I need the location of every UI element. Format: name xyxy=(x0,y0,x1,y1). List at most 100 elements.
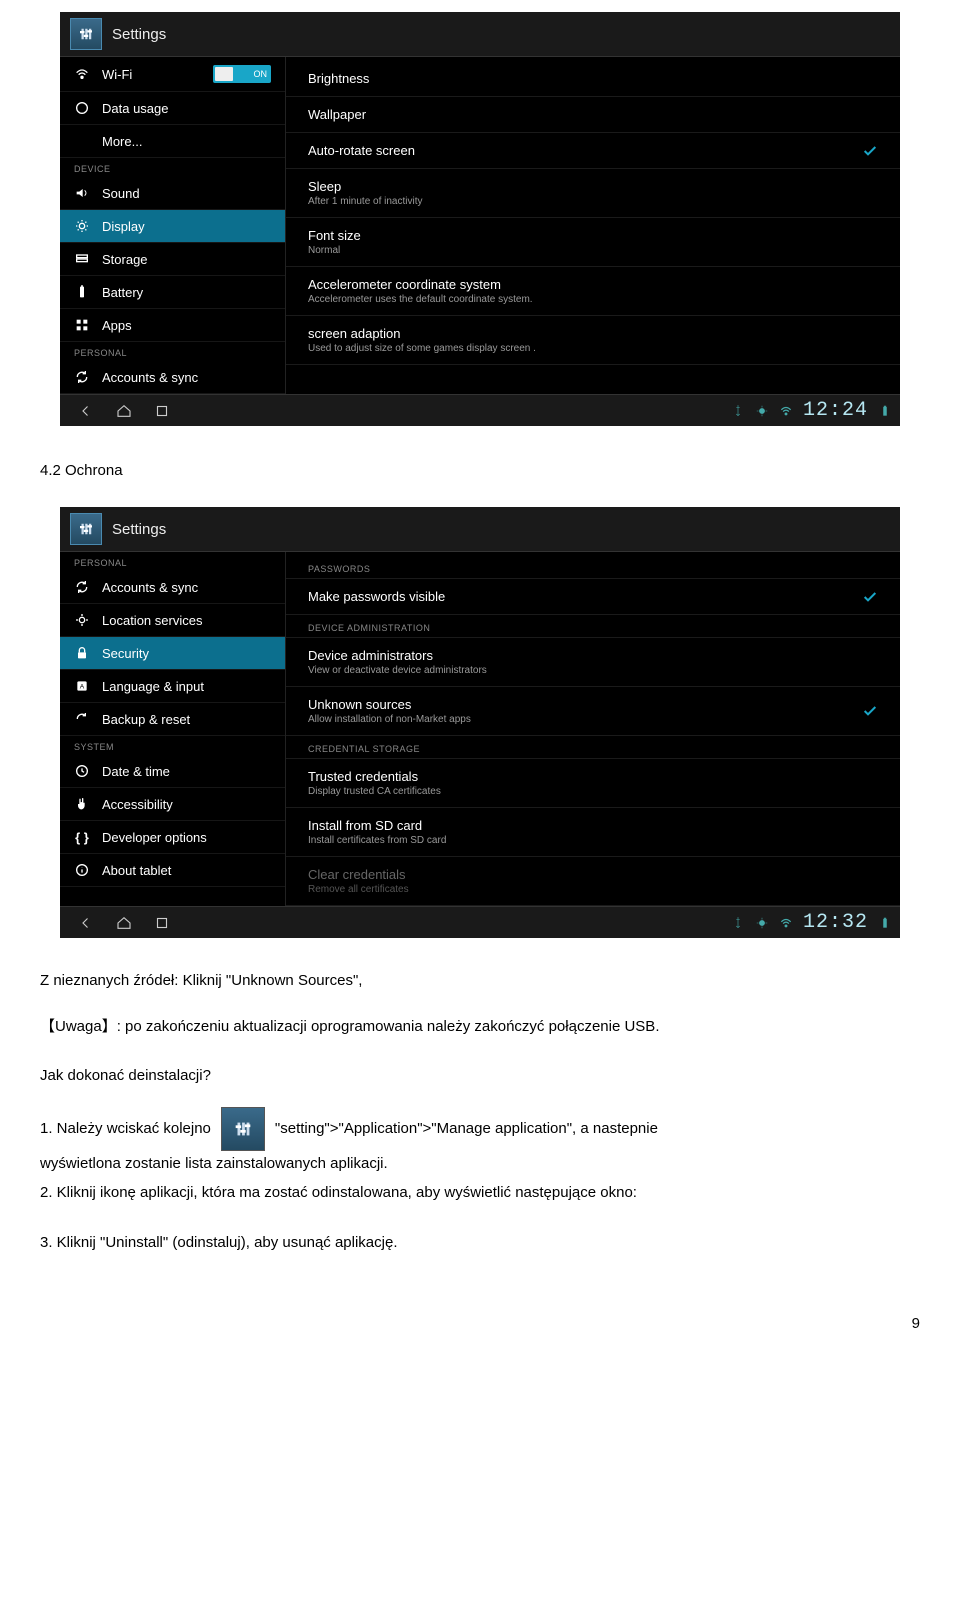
data-usage-icon xyxy=(74,100,90,116)
usb-icon xyxy=(731,916,745,930)
setting-install-from-sd[interactable]: Install from SD card Install certificate… xyxy=(286,808,900,857)
label: Battery xyxy=(102,285,143,300)
title-bar: Settings xyxy=(60,507,900,552)
back-button[interactable] xyxy=(68,912,104,934)
lock-icon xyxy=(74,645,90,661)
section-header-device: DEVICE xyxy=(60,158,285,177)
label: Accounts & sync xyxy=(102,370,198,385)
back-button[interactable] xyxy=(68,400,104,422)
recent-button[interactable] xyxy=(144,400,180,422)
label: Data usage xyxy=(102,101,169,116)
doc-paragraph: 【Uwaga】: po zakończeniu aktualizacji opr… xyxy=(40,1014,920,1040)
setting-trusted-credentials[interactable]: Trusted credentials Display trusted CA c… xyxy=(286,759,900,808)
doc-paragraph: wyświetlona zostanie lista zainstalowany… xyxy=(40,1151,920,1177)
label: Location services xyxy=(102,613,202,628)
setting-sleep[interactable]: Sleep After 1 minute of inactivity xyxy=(286,169,900,218)
setting-accelerometer[interactable]: Accelerometer coordinate system Accelero… xyxy=(286,267,900,316)
sidebar-item-wifi[interactable]: Wi-Fi ON xyxy=(60,57,285,92)
screenshot-display-settings: Settings Wi-Fi ON Data usage More... DEV… xyxy=(60,12,900,426)
label: About tablet xyxy=(102,863,171,878)
battery-tray-icon xyxy=(878,916,892,930)
sidebar-item-about[interactable]: About tablet xyxy=(60,854,285,887)
storage-icon xyxy=(74,251,90,267)
recent-button[interactable] xyxy=(144,912,180,934)
sidebar-item-accessibility[interactable]: Accessibility xyxy=(60,788,285,821)
page-title: Settings xyxy=(112,26,166,43)
system-navbar: 12:32 xyxy=(60,906,900,938)
label: Accounts & sync xyxy=(102,580,198,595)
svg-text:A: A xyxy=(80,684,85,691)
setting-clear-credentials: Clear credentials Remove all certificate… xyxy=(286,857,900,906)
page-title: Settings xyxy=(112,521,166,538)
language-icon: A xyxy=(74,678,90,694)
sync-icon xyxy=(74,369,90,385)
setting-wallpaper[interactable]: Wallpaper xyxy=(286,97,900,133)
setting-auto-rotate[interactable]: Auto-rotate screen xyxy=(286,133,900,169)
section-credential-storage: CREDENTIAL STORAGE xyxy=(286,736,900,759)
doc-paragraph: Z nieznanych źródeł: Kliknij "Unknown So… xyxy=(40,968,920,994)
battery-icon xyxy=(74,284,90,300)
sidebar-item-more[interactable]: More... xyxy=(60,125,285,158)
system-tray: 12:32 xyxy=(731,911,892,934)
checkbox-checked-icon[interactable] xyxy=(862,143,878,159)
settings-inline-icon xyxy=(221,1107,265,1151)
setting-make-passwords-visible[interactable]: Make passwords visible xyxy=(286,579,900,615)
wifi-toggle[interactable]: ON xyxy=(213,65,271,83)
label: Date & time xyxy=(102,764,170,779)
sidebar-item-sound[interactable]: Sound xyxy=(60,177,285,210)
blank-icon xyxy=(74,133,90,149)
home-button[interactable] xyxy=(106,400,142,422)
label: Sound xyxy=(102,186,140,201)
sidebar-item-developer[interactable]: { } Developer options xyxy=(60,821,285,854)
setting-font-size[interactable]: Font size Normal xyxy=(286,218,900,267)
checkbox-checked-icon[interactable] xyxy=(862,589,878,605)
label: Security xyxy=(102,646,149,661)
home-button[interactable] xyxy=(106,912,142,934)
page-number: 9 xyxy=(40,1315,920,1332)
wifi-tray-icon xyxy=(779,916,793,930)
clock: 12:32 xyxy=(803,911,868,934)
system-navbar: 12:24 xyxy=(60,394,900,426)
setting-unknown-sources[interactable]: Unknown sources Allow installation of no… xyxy=(286,687,900,736)
label: Accessibility xyxy=(102,797,173,812)
sidebar-item-datetime[interactable]: Date & time xyxy=(60,755,285,788)
setting-device-administrators[interactable]: Device administrators View or deactivate… xyxy=(286,638,900,687)
label: Apps xyxy=(102,318,132,333)
debug-icon xyxy=(755,404,769,418)
section-header-personal: PERSONAL xyxy=(60,552,285,571)
text: 1. Należy wciskać kolejno xyxy=(40,1116,211,1142)
label: Display xyxy=(102,219,145,234)
text: "setting">"Application">"Manage applicat… xyxy=(275,1116,658,1142)
sidebar-item-backup[interactable]: Backup & reset xyxy=(60,703,285,736)
clock-icon xyxy=(74,763,90,779)
section-heading: 4.2 Ochrona xyxy=(40,462,920,479)
sidebar-item-location[interactable]: Location services xyxy=(60,604,285,637)
sidebar-item-language[interactable]: A Language & input xyxy=(60,670,285,703)
hand-icon xyxy=(74,796,90,812)
sidebar-item-storage[interactable]: Storage xyxy=(60,243,285,276)
title-bar: Settings xyxy=(60,12,900,57)
sidebar-item-security[interactable]: Security xyxy=(60,637,285,670)
wifi-tray-icon xyxy=(779,404,793,418)
sync-icon xyxy=(74,579,90,595)
braces-icon: { } xyxy=(74,829,90,845)
sidebar-item-data-usage[interactable]: Data usage xyxy=(60,92,285,125)
label: Language & input xyxy=(102,679,204,694)
checkbox-checked-icon[interactable] xyxy=(862,703,878,719)
sidebar-item-battery[interactable]: Battery xyxy=(60,276,285,309)
section-passwords: PASSWORDS xyxy=(286,556,900,579)
usb-icon xyxy=(731,404,745,418)
info-icon xyxy=(74,862,90,878)
security-settings-panel: PASSWORDS Make passwords visible DEVICE … xyxy=(286,552,900,906)
section-header-system: SYSTEM xyxy=(60,736,285,755)
screenshot-security-settings: Settings PERSONAL Accounts & sync Locati… xyxy=(60,507,900,938)
settings-app-icon xyxy=(70,513,102,545)
doc-paragraph: 2. Kliknij ikonę aplikacji, która ma zos… xyxy=(40,1180,920,1206)
sidebar-item-accounts[interactable]: Accounts & sync xyxy=(60,571,285,604)
setting-brightness[interactable]: Brightness xyxy=(286,61,900,97)
label: Backup & reset xyxy=(102,712,190,727)
sidebar-item-accounts[interactable]: Accounts & sync xyxy=(60,361,285,394)
setting-screen-adaption[interactable]: screen adaption Used to adjust size of s… xyxy=(286,316,900,365)
sidebar-item-display[interactable]: Display xyxy=(60,210,285,243)
sidebar-item-apps[interactable]: Apps xyxy=(60,309,285,342)
